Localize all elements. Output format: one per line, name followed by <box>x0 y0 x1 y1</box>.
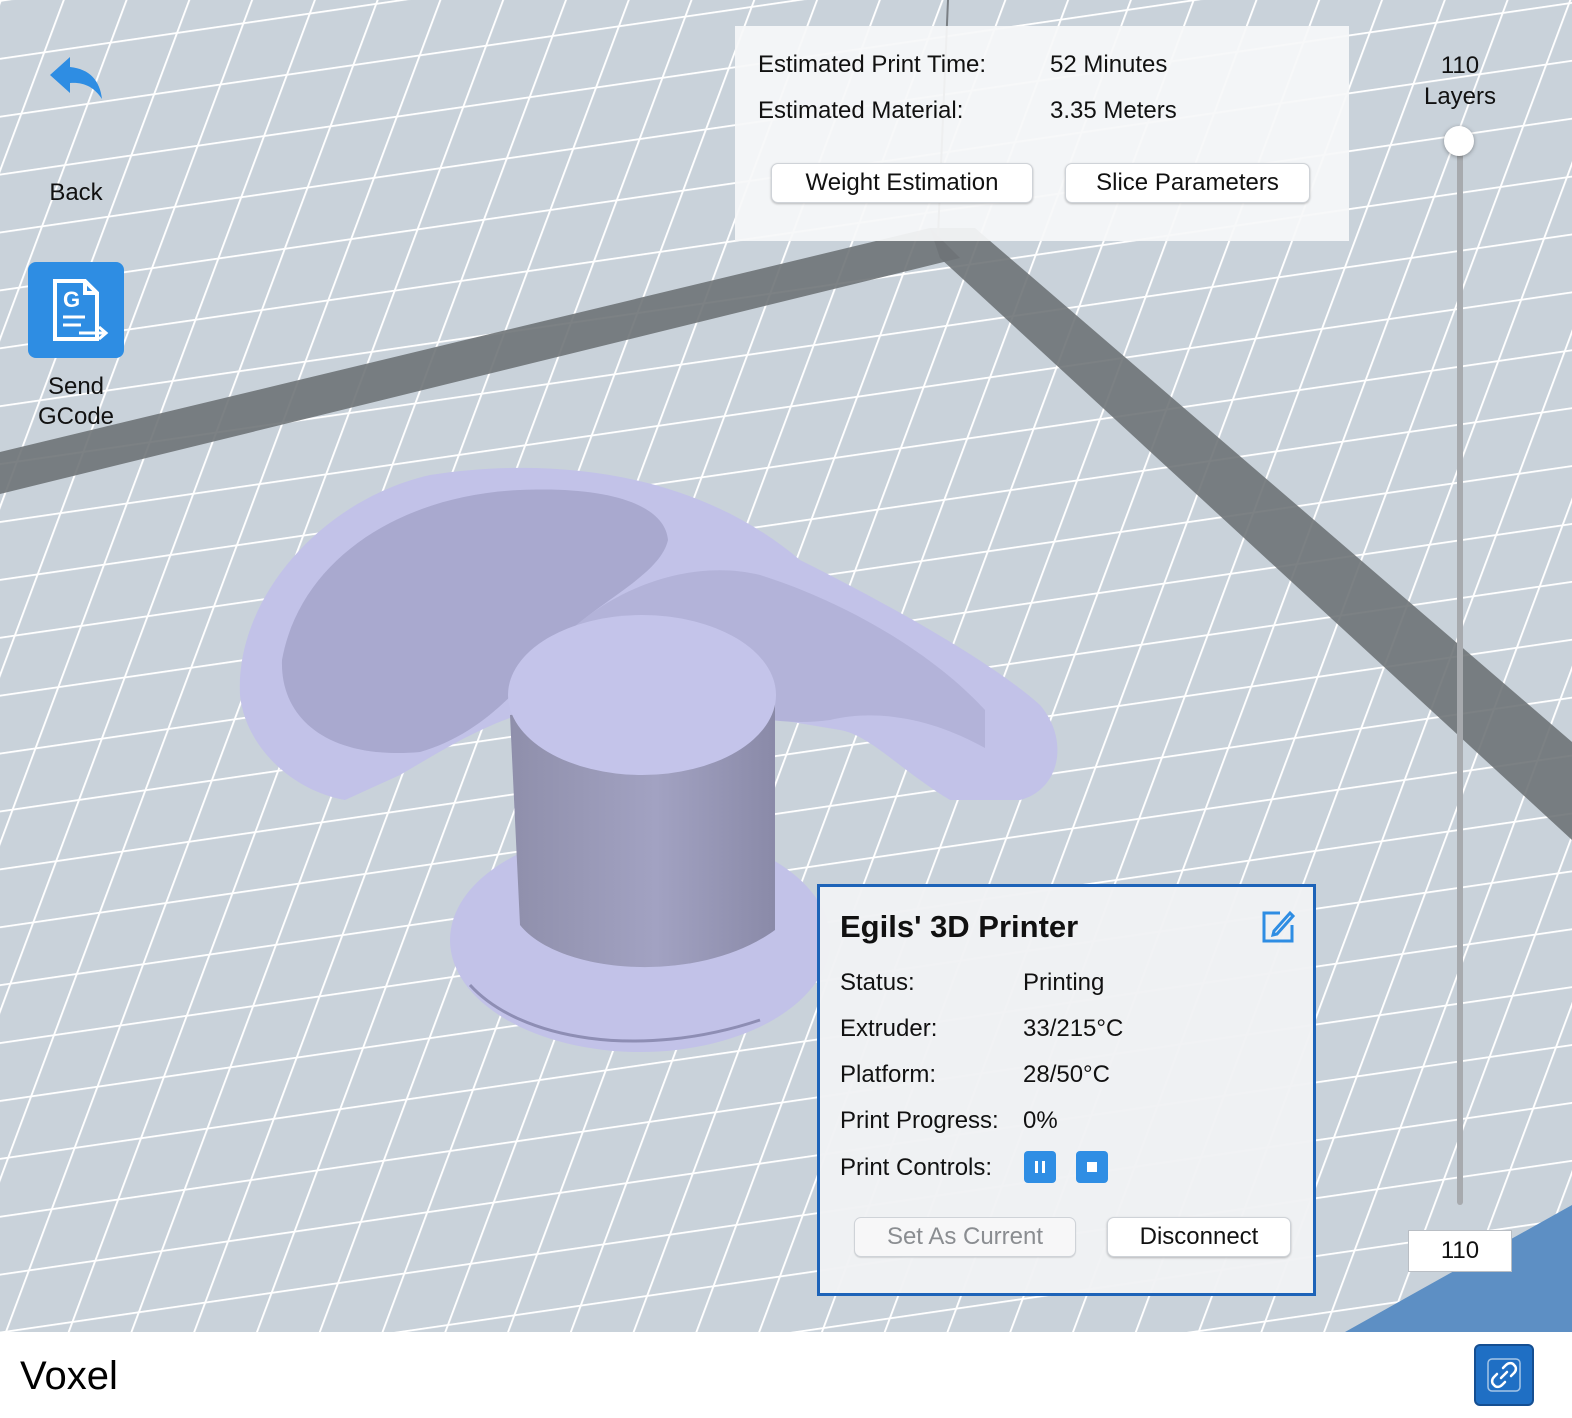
status-row: Status: Printing <box>840 969 1104 997</box>
material-value: 3.35 Meters <box>1050 97 1177 124</box>
platform-row: Platform: 28/50°C <box>840 1061 1110 1089</box>
weight-estimation-button[interactable]: Weight Estimation <box>771 163 1033 203</box>
material-label: Estimated Material: <box>758 97 964 124</box>
gcode-file-icon: G <box>28 262 124 358</box>
print-time-value: 52 Minutes <box>1050 51 1168 78</box>
platform-label: Platform: <box>840 1061 937 1088</box>
disconnect-button[interactable]: Disconnect <box>1107 1217 1291 1257</box>
send-label-line1: Send <box>47 373 105 400</box>
status-label: Status: <box>840 969 915 996</box>
back-label: Back <box>49 179 103 206</box>
progress-value: 0% <box>1023 1107 1058 1134</box>
controls-label: Print Controls: <box>840 1154 993 1181</box>
platform-value: 28/50°C <box>1023 1061 1110 1088</box>
layers-count: 110 <box>1440 52 1480 79</box>
send-gcode-button[interactable]: G Send GCode <box>20 262 132 432</box>
printer-card: Egils' 3D Printer Status: Printing Extrud… <box>817 884 1316 1296</box>
send-label-line2: GCode <box>37 403 115 430</box>
layer-slider-track[interactable] <box>1457 140 1463 1205</box>
progress-row: Print Progress: 0% <box>840 1107 1058 1135</box>
undo-arrow-icon <box>24 48 128 108</box>
print-time-label: Estimated Print Time: <box>758 51 987 78</box>
back-button[interactable]: Back <box>24 48 128 208</box>
stop-button[interactable] <box>1076 1151 1108 1183</box>
link-button[interactable] <box>1474 1344 1534 1406</box>
app-name: Voxel <box>20 1354 118 1398</box>
stop-icon <box>1087 1162 1097 1172</box>
bottom-bar: Voxel <box>0 1332 1572 1418</box>
extruder-row: Extruder: 33/215°C <box>840 1015 1123 1043</box>
controls-row: Print Controls: <box>840 1154 1023 1182</box>
send-gcode-label: Send GCode <box>20 372 132 432</box>
svg-text:G: G <box>63 287 80 312</box>
material-row: Estimated Material: 3.35 Meters <box>758 97 1177 125</box>
progress-label: Print Progress: <box>840 1107 999 1134</box>
extruder-value: 33/215°C <box>1023 1015 1124 1042</box>
extruder-label: Extruder: <box>840 1015 938 1042</box>
layers-text: Layers <box>1423 83 1497 110</box>
set-as-current-button[interactable]: Set As Current <box>854 1217 1076 1257</box>
layer-number-input[interactable] <box>1408 1230 1512 1272</box>
printer-name: Egils' 3D Printer <box>840 909 1079 944</box>
estimate-panel: Estimated Print Time: 52 Minutes Estimate… <box>735 26 1349 241</box>
slice-parameters-button[interactable]: Slice Parameters <box>1065 163 1310 203</box>
status-value: Printing <box>1023 969 1105 996</box>
link-icon <box>1487 1358 1521 1392</box>
pause-button[interactable] <box>1024 1151 1056 1183</box>
layers-label: 110 Layers <box>1410 50 1510 112</box>
layer-slider-thumb[interactable] <box>1444 126 1474 156</box>
pause-icon <box>1035 1161 1045 1173</box>
edit-icon[interactable] <box>1260 909 1296 945</box>
3d-viewport[interactable]: Back G Send GCode Estimated Print Time: 5… <box>0 0 1572 1332</box>
print-time-row: Estimated Print Time: 52 Minutes <box>758 51 1167 79</box>
